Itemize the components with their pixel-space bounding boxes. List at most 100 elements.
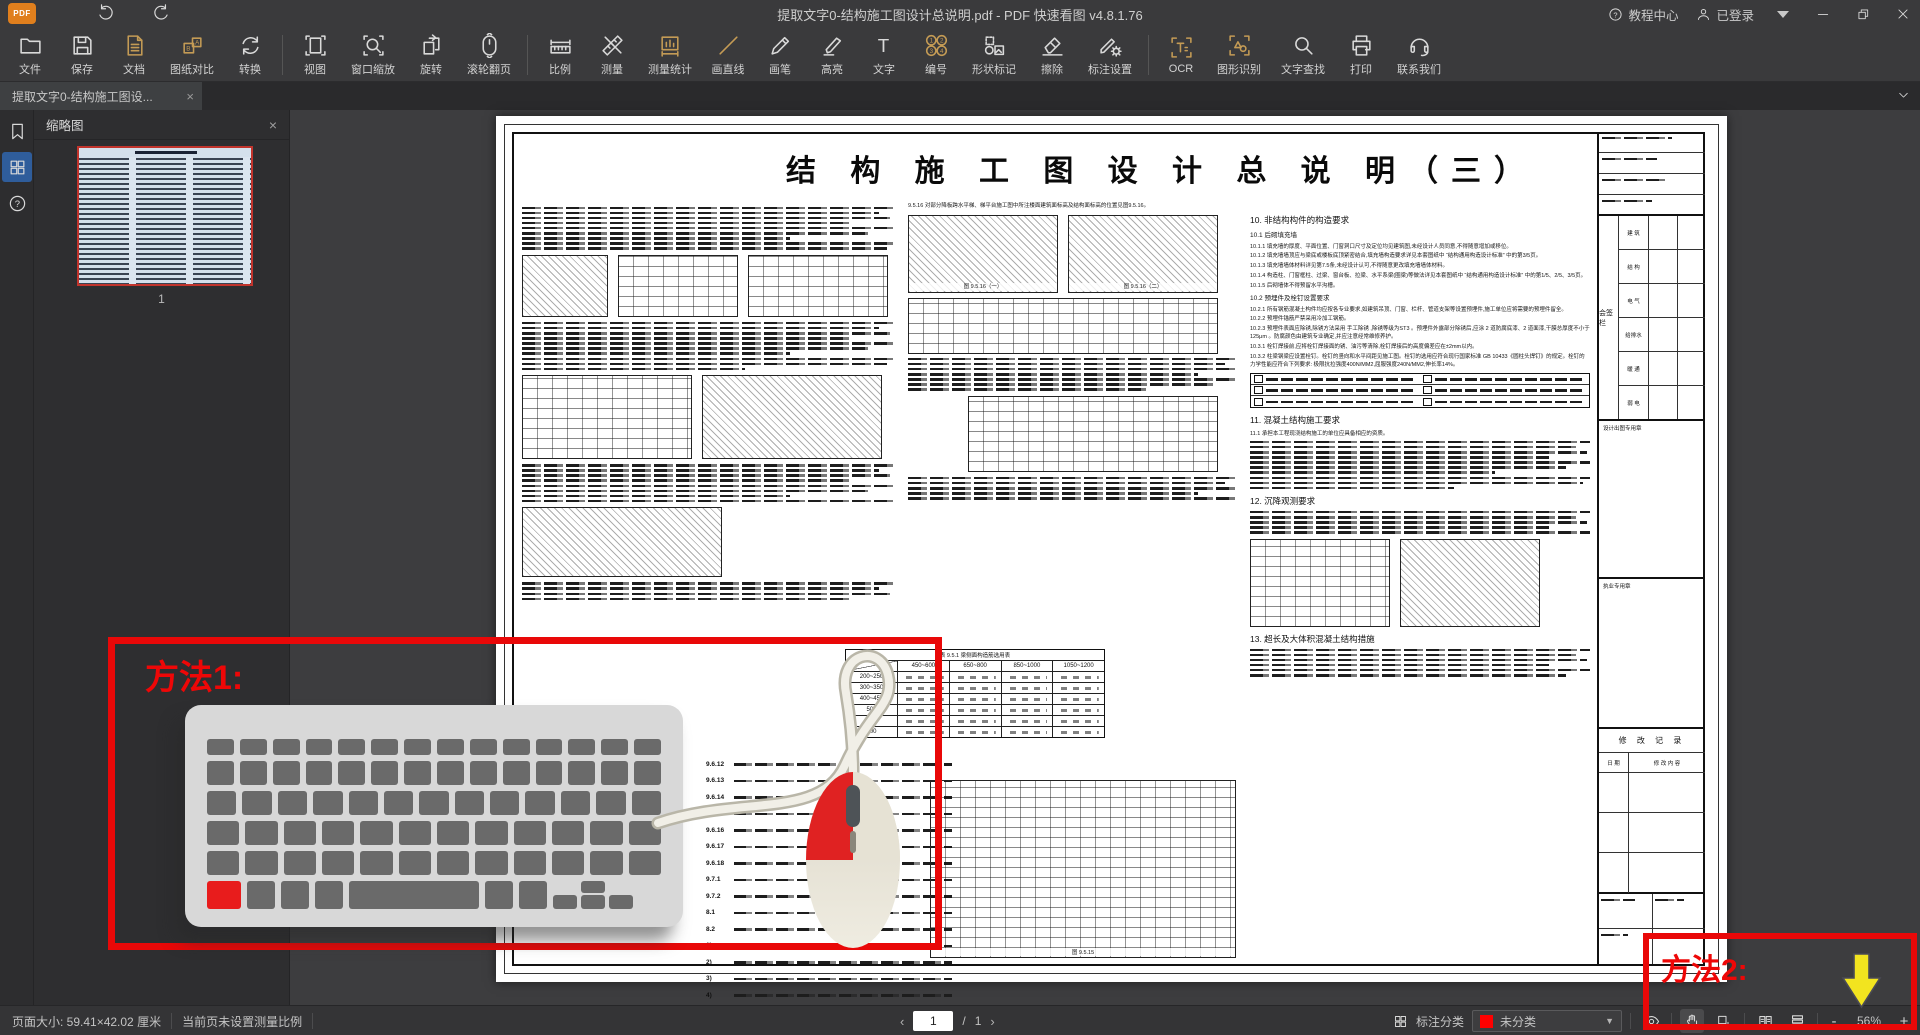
- pdf-viewer-app: PDF 提取文字0-结构施工图设计总说明.pdf - PDF 快速看图 v4.8…: [0, 0, 1920, 1035]
- toolbar-button-numbering[interactable]: 1234编号: [910, 33, 962, 77]
- toolbar-button-view[interactable]: 视图: [289, 33, 341, 77]
- mouse-wheel-icon: [477, 33, 502, 58]
- printer-icon: [1349, 33, 1374, 58]
- text-icon: T: [872, 33, 897, 58]
- document-tab[interactable]: 提取文字0-结构施工图设... ×: [0, 82, 202, 110]
- window-zoom-icon: [361, 33, 386, 58]
- toolbar-button-file[interactable]: 文件: [4, 33, 56, 77]
- svg-text:B: B: [186, 45, 190, 52]
- toolbar-separator: [282, 35, 283, 75]
- toolbar-button-document[interactable]: 文档: [108, 33, 160, 77]
- ruler-icon: [548, 33, 573, 58]
- stats-icon: [658, 33, 683, 58]
- category-color-swatch: [1480, 1015, 1493, 1028]
- prev-page-button[interactable]: ‹: [900, 1014, 904, 1029]
- yellow-down-arrow-icon: [1841, 953, 1883, 1009]
- search-icon: [1291, 33, 1316, 58]
- category-dropdown[interactable]: 未分类 ▼: [1472, 1010, 1622, 1032]
- category-grid-icon: [1393, 1014, 1408, 1029]
- chevron-down-icon: [1897, 89, 1910, 102]
- doc-heading: 10. 非结构构件的构造要求: [1250, 214, 1590, 227]
- toolbar-button-draw-line[interactable]: 画直线: [702, 33, 754, 77]
- toolbar-button-measure[interactable]: 测量: [586, 33, 638, 77]
- toolbar-button-shape-recognition[interactable]: 图形识别: [1207, 33, 1271, 77]
- bookmarks-panel-button[interactable]: [0, 116, 34, 146]
- svg-text:A: A: [195, 39, 200, 46]
- tab-list-button[interactable]: [1897, 89, 1910, 102]
- thumbnail-page-number: 1: [34, 292, 289, 306]
- svg-text:3: 3: [929, 48, 933, 55]
- tab-label: 提取文字0-结构施工图设...: [12, 88, 153, 105]
- toolbar-button-text-search[interactable]: 文字查找: [1271, 33, 1335, 77]
- sign-column-label: 会签栏: [1599, 216, 1619, 419]
- thumbnails-panel-button[interactable]: [2, 152, 32, 182]
- close-button[interactable]: [1892, 3, 1914, 25]
- doc-column-2: 9.5.16 对部分降板跨水平梯、梯平台施工图中所注楼面建筑面标高及结构面标高的…: [908, 200, 1238, 502]
- account-button[interactable]: 已登录: [1696, 5, 1754, 24]
- restore-button[interactable]: [1852, 3, 1874, 25]
- svg-text:1: 1: [929, 37, 933, 44]
- tutorial-center-button[interactable]: ? 教程中心: [1608, 5, 1678, 24]
- toolbar-button-rotate[interactable]: 旋转: [405, 33, 457, 77]
- method2-highlight-box: 方法2:: [1643, 933, 1917, 1030]
- annotation-category-label[interactable]: 标注分类: [1416, 1013, 1464, 1030]
- toolbar-button-window-zoom[interactable]: 窗口缩放: [341, 33, 405, 77]
- toolbar-button-drawing-compare[interactable]: BA图纸对比: [160, 33, 224, 77]
- panel-close-icon[interactable]: ×: [269, 117, 277, 133]
- toolbar-button-scale[interactable]: 比例: [534, 33, 586, 77]
- toolbar-button-save[interactable]: 保存: [56, 33, 108, 77]
- figure-9-5-15: 图 9.5.15: [930, 780, 1236, 958]
- toolbar-button-print[interactable]: 打印: [1335, 33, 1387, 77]
- toolbar-button-erase[interactable]: 擦除: [1026, 33, 1078, 77]
- category-value: 未分类: [1500, 1013, 1536, 1030]
- doc-subheading: 10.1 后砌填充墙: [1250, 231, 1590, 241]
- toolbar-button-ocr[interactable]: OCR: [1155, 35, 1207, 75]
- close-icon: [1896, 7, 1910, 21]
- toolbar-button-convert[interactable]: 转换: [224, 33, 276, 77]
- toolbar-button-measure-stats[interactable]: 测量统计: [638, 33, 702, 77]
- folder-icon: [18, 33, 43, 58]
- doc-heading: 13. 超长及大体积混凝土结构措施: [1250, 633, 1590, 646]
- panel-title: 缩略图: [46, 115, 84, 134]
- title-bar: PDF 提取文字0-结构施工图设计总说明.pdf - PDF 快速看图 v4.8…: [0, 0, 1920, 28]
- toolbar-button-annotation-settings[interactable]: 标注设置: [1078, 33, 1142, 77]
- help-panel-button[interactable]: ?: [0, 188, 34, 218]
- svg-text:4: 4: [940, 48, 944, 55]
- status-bar: 页面大小: 59.41×42.02 厘米 当前页未设置测量比例 ‹ 1 / 1 …: [0, 1005, 1920, 1035]
- restore-icon: [1856, 7, 1870, 21]
- doc-subheading: 10.2 预埋件及栓钉设置要求: [1250, 294, 1590, 304]
- toolbar-button-highlight[interactable]: 高亮: [806, 33, 858, 77]
- page-size-status: 页面大小: 59.41×42.02 厘米: [12, 1013, 161, 1030]
- rotate-icon: [419, 33, 444, 58]
- toolbar-button-wheel-page[interactable]: 滚轮翻页: [457, 33, 521, 77]
- toolbar-button-contact-us[interactable]: 联系我们: [1387, 33, 1451, 77]
- main-toolbar: 文件 保存 文档 BA图纸对比 转换 视图 窗口缩放 旋转 滚轮翻页 比例 测量…: [0, 28, 1920, 82]
- svg-text:?: ?: [14, 199, 19, 210]
- ocr-icon: [1169, 35, 1194, 60]
- highlighter-icon: [820, 33, 845, 58]
- convert-icon: [238, 33, 263, 58]
- view-icon: [303, 33, 328, 58]
- annotation-settings-icon: [1098, 33, 1123, 58]
- pen-icon: [768, 33, 793, 58]
- current-page-input[interactable]: 1: [913, 1011, 953, 1031]
- doc-column-3: 10. 非结构构件的构造要求 10.1 后砌填充墙 10.1.1 填充墙的厚度、…: [1250, 208, 1590, 679]
- minimize-button[interactable]: [1812, 3, 1834, 25]
- method1-label: 方法1:: [145, 650, 243, 699]
- shape-recognition-icon: [1227, 33, 1252, 58]
- compare-icon: BA: [180, 33, 205, 58]
- toolbar-button-pen[interactable]: 画笔: [754, 33, 806, 77]
- sidebar-rail: ?: [0, 110, 34, 1005]
- toolbar-button-text[interactable]: T文字: [858, 33, 910, 77]
- tab-close-icon[interactable]: ×: [186, 89, 194, 104]
- page-thumbnail[interactable]: [77, 146, 253, 286]
- toolbar-button-shape-mark[interactable]: 形状标记: [962, 33, 1026, 77]
- menu-caret-button[interactable]: [1772, 3, 1794, 25]
- next-page-button[interactable]: ›: [990, 1014, 994, 1029]
- toolbar-separator: [1148, 35, 1149, 75]
- user-icon: [1696, 7, 1711, 22]
- tab-bar: 提取文字0-结构施工图设... ×: [0, 82, 1920, 110]
- method2-label: 方法2:: [1661, 945, 1748, 989]
- shapes-icon: [982, 33, 1007, 58]
- thumbnails-grid-icon: [8, 158, 27, 177]
